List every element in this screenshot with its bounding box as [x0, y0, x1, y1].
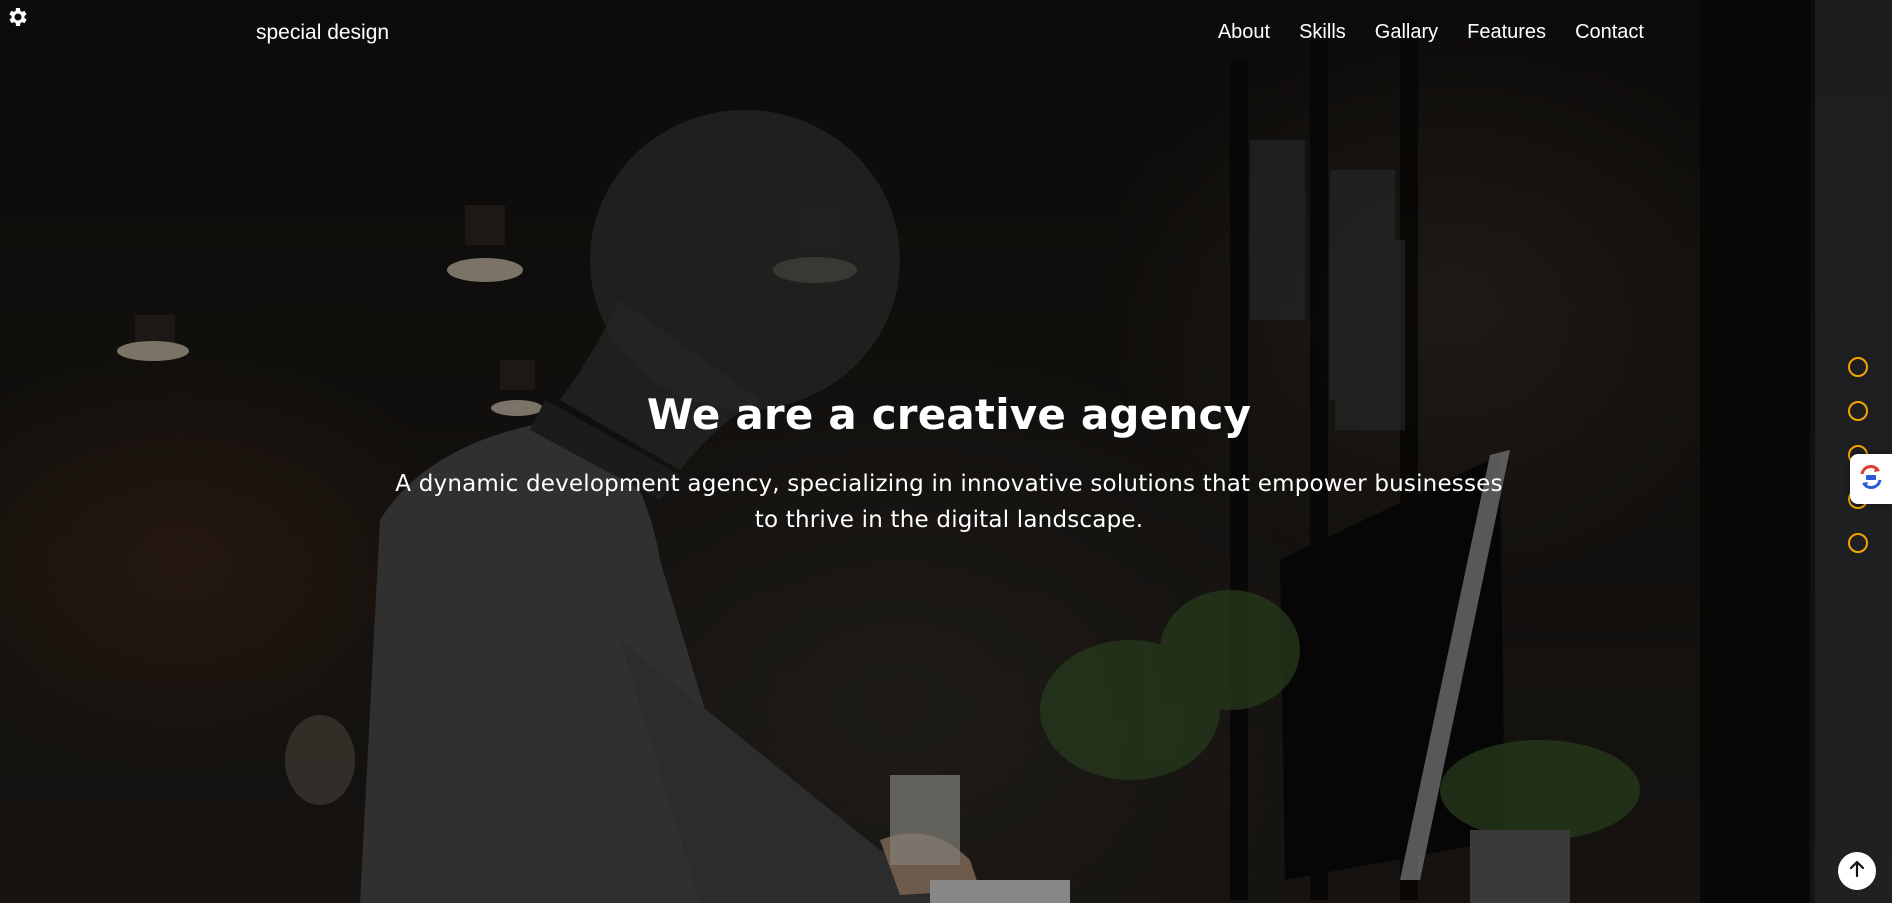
- nav-link-gallary[interactable]: Gallary: [1375, 21, 1438, 44]
- nav-link-features[interactable]: Features: [1467, 21, 1546, 44]
- bullet-1[interactable]: [1848, 357, 1868, 377]
- nav-link-skills[interactable]: Skills: [1299, 21, 1346, 44]
- nav-link-contact[interactable]: Contact: [1575, 21, 1644, 44]
- settings-button[interactable]: [6, 7, 30, 31]
- site-header: special design About Skills Gallary Feat…: [0, 0, 1892, 68]
- scroll-top-button[interactable]: [1838, 852, 1876, 890]
- translate-icon: [1856, 462, 1886, 497]
- hero-section: We are a creative agency A dynamic devel…: [0, 390, 1892, 538]
- bullet-5[interactable]: [1848, 533, 1868, 553]
- translate-widget-button[interactable]: [1850, 454, 1892, 504]
- nav-link-about[interactable]: About: [1218, 21, 1270, 44]
- main-nav: About Skills Gallary Features Contact: [1189, 21, 1644, 44]
- hero-subtitle: A dynamic development agency, specializi…: [395, 471, 1503, 533]
- gear-icon: [6, 5, 30, 34]
- bullet-2[interactable]: [1848, 401, 1868, 421]
- hero-title: We are a creative agency: [646, 390, 1252, 439]
- arrow-up-icon: [1847, 859, 1867, 884]
- site-logo[interactable]: special design: [256, 21, 389, 45]
